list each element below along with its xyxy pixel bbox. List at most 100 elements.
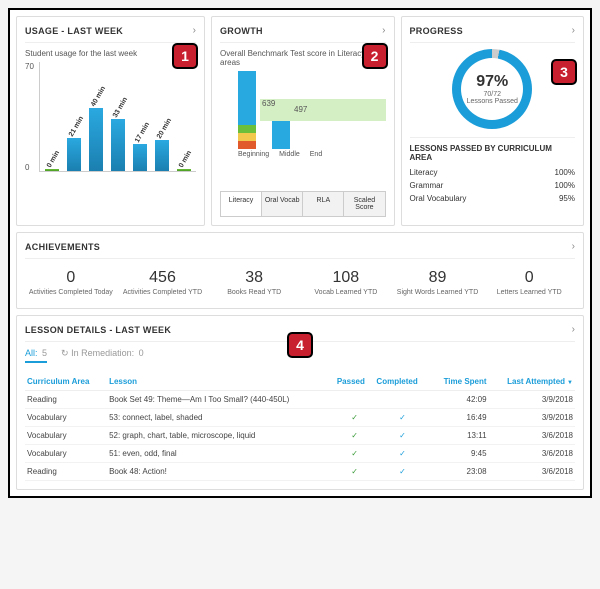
- col-time[interactable]: Time Spent: [430, 373, 488, 391]
- ach-label: Activities Completed YTD: [119, 289, 207, 296]
- cell-area: Reading: [25, 463, 107, 481]
- progress-header: PROGRESS ›: [410, 25, 576, 43]
- growth-card[interactable]: 2 GROWTH › Overall Benchmark Test score …: [211, 16, 395, 226]
- check-icon: ✓: [374, 409, 430, 427]
- growth-x-end: End: [310, 151, 322, 158]
- achievements-card[interactable]: ACHIEVEMENTS › 0Activities Completed Tod…: [16, 232, 584, 309]
- table-row[interactable]: Vocabulary53: connect, label, shaded✓✓16…: [25, 409, 575, 427]
- ach-value: 38: [210, 269, 298, 287]
- ach-value: 89: [394, 269, 482, 287]
- growth-title: GROWTH: [220, 26, 263, 36]
- cell-time: 42:09: [430, 391, 488, 409]
- table-row[interactable]: Vocabulary51: even, odd, final✓✓9:453/6/…: [25, 445, 575, 463]
- chevron-right-icon[interactable]: ›: [193, 25, 196, 36]
- bar-label: 0 min: [178, 150, 193, 169]
- tab-literacy[interactable]: Literacy: [221, 192, 262, 216]
- tab-rla[interactable]: RLA: [303, 192, 344, 216]
- achievements-header: ACHIEVEMENTS ›: [25, 241, 575, 259]
- usage-bar: [133, 144, 147, 171]
- achievements-list: 0Activities Completed Today 456 Activitie…: [25, 265, 575, 300]
- progress-donut: 97% 70/72 Lessons Passed: [452, 49, 532, 129]
- usage-header: USAGE - LAST WEEK ›: [25, 25, 196, 43]
- progress-card[interactable]: 3 PROGRESS › 97% 70/72 Lessons Passed LE…: [401, 16, 585, 226]
- cell-completed: [374, 391, 430, 409]
- cell-date: 3/6/2018: [489, 427, 575, 445]
- col-passed[interactable]: Passed: [335, 373, 375, 391]
- y-tick-max: 70: [25, 62, 34, 71]
- sort-desc-icon: ▼: [567, 380, 573, 386]
- col-completed[interactable]: Completed: [374, 373, 430, 391]
- ach-item: 0Activities Completed Today: [25, 265, 117, 300]
- progress-row: Literacy100%: [410, 166, 576, 179]
- filter-label: All:: [25, 348, 38, 358]
- achievements-title: ACHIEVEMENTS: [25, 242, 100, 252]
- usage-bar: [67, 138, 81, 171]
- filter-remediation[interactable]: ↻ In Remediation: 0: [61, 348, 144, 363]
- ach-value: 0: [485, 269, 573, 287]
- usage-card[interactable]: 1 USAGE - LAST WEEK › Student usage for …: [16, 16, 205, 226]
- progress-label: Lessons Passed: [467, 98, 518, 105]
- usage-bar: [45, 169, 59, 171]
- ach-value: 108: [302, 269, 390, 287]
- cell-date: 3/9/2018: [489, 391, 575, 409]
- usage-title: USAGE - LAST WEEK: [25, 26, 123, 36]
- growth-chart: 639 497 Beginning Middle End: [220, 71, 386, 179]
- callout-badge-3: 3: [551, 59, 577, 85]
- usage-bar: [177, 169, 191, 171]
- bar-label: 17 min: [134, 121, 151, 144]
- growth-tabs: Literacy Oral Vocab RLA Scaled Score: [220, 191, 386, 217]
- cell-lesson: Book 48: Action!: [107, 463, 335, 481]
- lesson-details-card[interactable]: 4 LESSON DETAILS - LAST WEEK › All: 5 ↻ …: [16, 315, 584, 490]
- cell-date: 3/6/2018: [489, 463, 575, 481]
- cell-lesson: 51: even, odd, final: [107, 445, 335, 463]
- growth-bar-beginning: [238, 71, 256, 149]
- chevron-right-icon[interactable]: ›: [382, 25, 385, 36]
- progress-area-name: Grammar: [410, 181, 444, 190]
- ach-value: 456: [119, 269, 207, 287]
- growth-header: GROWTH ›: [220, 25, 386, 43]
- ach-item: 108 Vocab Learned YTD: [300, 265, 392, 300]
- lesson-details-title: LESSON DETAILS - LAST WEEK: [25, 325, 171, 335]
- table-row[interactable]: ReadingBook Set 49: Theme—Am I Too Small…: [25, 391, 575, 409]
- top-row: 1 USAGE - LAST WEEK › Student usage for …: [16, 16, 584, 226]
- cell-lesson: 52: graph, chart, table, microscope, liq…: [107, 427, 335, 445]
- col-lesson[interactable]: Lesson: [107, 373, 335, 391]
- table-row[interactable]: Vocabulary52: graph, chart, table, micro…: [25, 427, 575, 445]
- progress-area-name: Oral Vocabulary: [410, 194, 467, 203]
- progress-title: PROGRESS: [410, 26, 463, 36]
- progress-row: Grammar100%: [410, 179, 576, 192]
- lessons-table: Curriculum Area Lesson Passed Completed …: [25, 373, 575, 481]
- progress-subhead: LESSONS PASSED BY CURRICULUM AREA: [410, 137, 576, 162]
- progress-fraction: 70/72: [483, 91, 501, 98]
- usage-subtitle: Student usage for the last week: [25, 49, 196, 58]
- chevron-right-icon[interactable]: ›: [572, 241, 575, 252]
- ach-label: Letters Learned YTD: [485, 289, 573, 296]
- progress-area-val: 100%: [555, 168, 575, 177]
- progress-area-val: 95%: [559, 194, 575, 203]
- usage-chart: 70 0 0 min 21 min 40 min 33 min 17 min 2…: [25, 62, 196, 172]
- table-row[interactable]: ReadingBook 48: Action!✓✓23:083/6/2018: [25, 463, 575, 481]
- filter-all[interactable]: All: 5: [25, 348, 47, 363]
- tab-oral-vocab[interactable]: Oral Vocab: [262, 192, 303, 216]
- growth-score-mid: 497: [294, 105, 307, 114]
- bar-label: 20 min: [156, 117, 173, 140]
- col-curriculum[interactable]: Curriculum Area: [25, 373, 107, 391]
- col-last-attempted[interactable]: Last Attempted▼: [489, 373, 575, 391]
- bar-label: 33 min: [112, 96, 129, 119]
- filter-count: 0: [139, 348, 144, 358]
- filter-label: In Remediation:: [71, 348, 134, 358]
- ach-label: Vocab Learned YTD: [302, 289, 390, 296]
- cell-area: Vocabulary: [25, 409, 107, 427]
- bar-label: 0 min: [46, 150, 61, 169]
- check-icon: ✓: [374, 445, 430, 463]
- tab-scaled-score[interactable]: Scaled Score: [344, 192, 384, 216]
- chevron-right-icon[interactable]: ›: [572, 324, 575, 335]
- ach-value: 0: [27, 269, 115, 287]
- growth-subtitle: Overall Benchmark Test score in Literacy…: [220, 49, 386, 67]
- check-icon: ✓: [335, 445, 375, 463]
- check-icon: ✓: [335, 427, 375, 445]
- chevron-right-icon[interactable]: ›: [572, 25, 575, 36]
- callout-badge-1: 1: [172, 43, 198, 69]
- check-icon: ✓: [374, 427, 430, 445]
- history-icon: ↻: [61, 348, 69, 358]
